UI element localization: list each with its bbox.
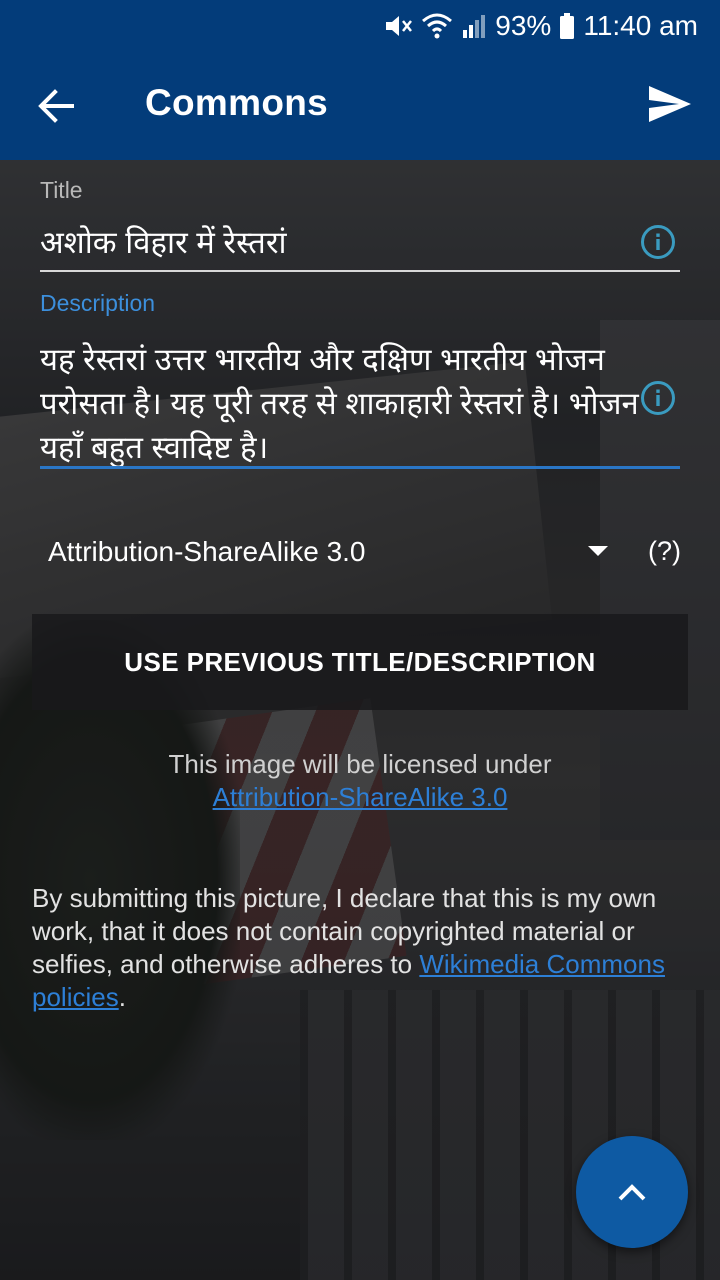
chevron-up-icon — [618, 1184, 646, 1201]
description-input[interactable]: यह रेस्तरां उत्तर भारतीय और दक्षिण भारती… — [40, 338, 640, 470]
battery-icon — [559, 11, 575, 41]
back-arrow-icon — [38, 89, 74, 123]
mute-icon — [383, 11, 413, 41]
license-help-button[interactable]: (?) — [648, 536, 681, 567]
license-dropdown[interactable]: Attribution-ShareAlike 3.0 — [48, 532, 688, 576]
license-link[interactable]: Attribution-ShareAlike 3.0 — [213, 782, 508, 812]
battery-percent: 93% — [495, 10, 552, 41]
title-label: Title — [40, 177, 83, 203]
back-button[interactable] — [26, 78, 86, 134]
description-label: Description — [40, 290, 156, 316]
clock: 11:40 am — [583, 10, 698, 41]
title-info-icon[interactable] — [640, 224, 676, 260]
send-button[interactable] — [642, 76, 698, 132]
license-selected-value: Attribution-ShareAlike 3.0 — [48, 536, 366, 567]
wifi-icon — [421, 11, 453, 41]
dropdown-arrow-icon — [588, 546, 608, 556]
status-bar: 93% 11:40 am — [0, 0, 720, 52]
app-toolbar: Commons — [0, 52, 720, 160]
declaration-period: . — [118, 982, 126, 1012]
page-title: Commons — [145, 82, 328, 123]
upload-form: Title अशोक विहार में रेस्तरां Descriptio… — [0, 160, 720, 1280]
license-note: This image will be licensed under Attrib… — [0, 748, 720, 814]
title-input[interactable]: अशोक विहार में रेस्तरां — [40, 212, 640, 270]
license-note-text: This image will be licensed under — [168, 749, 552, 779]
scroll-up-fab[interactable] — [576, 1136, 688, 1248]
description-underline — [40, 466, 680, 469]
declaration-text: By submitting this picture, I declare th… — [32, 882, 672, 1014]
send-icon — [649, 86, 691, 122]
use-previous-button[interactable]: USE PREVIOUS TITLE/DESCRIPTION — [32, 614, 688, 710]
description-info-icon[interactable] — [640, 380, 676, 416]
title-underline — [40, 270, 680, 272]
signal-icon — [461, 11, 487, 41]
